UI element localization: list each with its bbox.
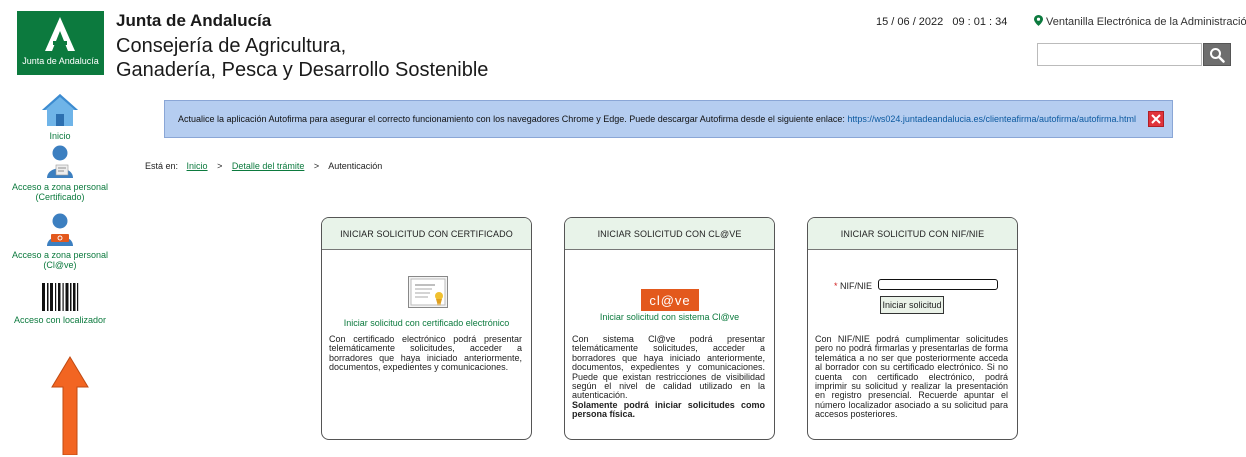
user-certificate-icon [47,145,73,178]
date-time: 15 / 06 / 2022 09 : 01 : 34 [876,16,1013,28]
card-certificado: INICIAR SOLICITUD CON CERTIFICADO Inicia… [321,217,532,440]
arrow-up-annotation [51,356,89,455]
sidebar-item-zona-certificado[interactable]: Acceso a zona personal (Certificado) [0,145,120,202]
breadcrumb-prefix: Está en: [145,161,179,171]
department-line-1: Consejería de Agricultura, [116,35,347,57]
breadcrumb-inicio[interactable]: Inicio [187,161,208,171]
card-description: Con certificado electrónico podrá presen… [329,334,522,373]
autofirma-download-link[interactable]: https://ws024.juntadeandalucia.es/client… [847,114,1136,124]
portal-link-text[interactable]: Ventanilla Electrónica de la Administrac… [1046,16,1246,28]
department-name: Consejería de Agricultura, Ganadería, Pe… [116,34,636,82]
certificate-icon[interactable] [408,276,448,308]
search-input[interactable] [1037,43,1202,66]
notice-close-button[interactable] [1148,111,1164,127]
sidebar-item-zona-clave[interactable]: Acceso a zona personal (Cl@ve) [0,213,120,270]
current-time: 09 : 01 : 34 [952,16,1008,28]
breadcrumb-separator: > [313,161,320,171]
sidebar-item-localizador[interactable]: Acceso con localizador [0,282,120,325]
card-title: INICIAR SOLICITUD CON CL@VE [565,218,774,250]
department-line-2: Ganadería, Pesca y Desarrollo Sostenible [116,59,489,81]
nif-label: NIF/NIE [840,281,873,291]
breadcrumb-current: Autenticación [328,161,383,171]
notice-text: Actualice la aplicación Autofirma para a… [178,114,1136,124]
start-clave-link[interactable]: Iniciar solicitud con sistema Cl@ve [565,312,774,322]
card-description: Con NIF/NIE podrá cumplimentar solicitud… [815,334,1008,420]
nif-input[interactable] [878,279,998,290]
card-description: Con sistema Cl@ve podrá presentar telemá… [572,334,765,420]
start-certificate-link[interactable]: Iniciar solicitud con certificado electr… [322,318,531,328]
close-icon [1151,114,1161,124]
logo-text: Junta de Andalucía [22,56,99,66]
card-description-text: Con sistema Cl@ve podrá presentar telemá… [572,334,765,401]
org-name: Junta de Andalucía [116,11,272,30]
portal-link[interactable]: Ventanilla Electrónica de la Administrac… [1034,15,1246,28]
required-mark: * [834,281,838,291]
card-title: INICIAR SOLICITUD CON CERTIFICADO [322,218,531,250]
breadcrumb-separator: > [217,161,223,171]
junta-logo[interactable]: Junta de Andalucía [17,11,104,75]
sidebar-item-label: Inicio [49,131,71,141]
sidebar-item-label: Acceso con localizador [13,315,107,325]
breadcrumb-detalle-tramite[interactable]: Detalle del trámite [232,161,305,171]
card-title: INICIAR SOLICITUD CON NIF/NIE [808,218,1017,250]
location-pin-icon [1034,15,1043,26]
card-clave: INICIAR SOLICITUD CON CL@VE cl@ve Inicia… [564,217,775,440]
start-nif-button[interactable]: Iniciar solicitud [880,296,944,314]
card-description-bold: Solamente podrá iniciar solicitudes como… [572,399,765,420]
sidebar-item-label: Acceso a zona personal (Cl@ve) [11,250,109,270]
sidebar-item-inicio[interactable]: Inicio [0,92,120,141]
nif-field-label: * NIF/NIE [834,281,872,291]
card-nif: INICIAR SOLICITUD CON NIF/NIE * NIF/NIE … [807,217,1018,440]
autofirma-notice: Actualice la aplicación Autofirma para a… [164,100,1173,138]
junta-logo-icon [45,17,75,51]
notice-message: Actualice la aplicación Autofirma para a… [178,114,848,124]
breadcrumb: Está en: Inicio > Detalle del trámite > … [145,161,382,171]
home-icon [42,94,78,126]
barcode-icon [40,282,80,312]
search-icon [1210,47,1225,63]
current-date: 15 / 06 / 2022 [876,16,944,28]
user-clave-icon [47,213,73,246]
clave-logo[interactable]: cl@ve [641,289,699,311]
search-button[interactable] [1203,43,1231,66]
sidebar-item-label: Acceso a zona personal (Certificado) [11,182,109,202]
